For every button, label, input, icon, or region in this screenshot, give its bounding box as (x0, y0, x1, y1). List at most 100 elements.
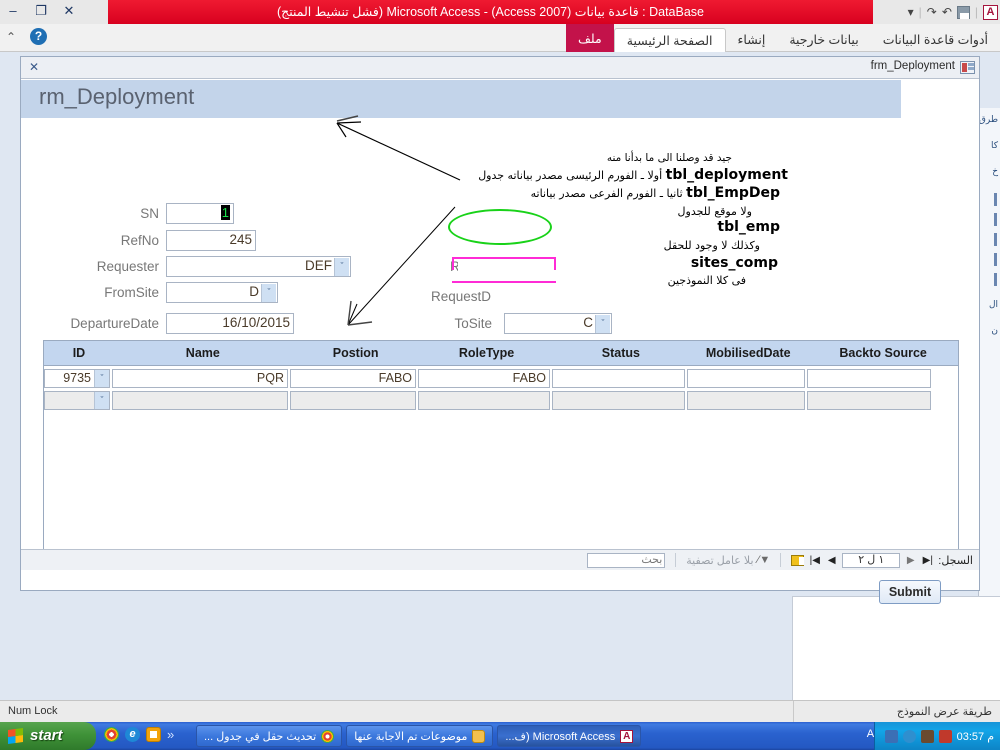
network-icon[interactable] (884, 729, 898, 743)
annotation-line-4: ولا موقع للجدول (677, 204, 752, 218)
last-record-button[interactable]: |▶ (921, 555, 934, 566)
nav-pane-object-bar-4 (994, 273, 997, 286)
tosite-combo[interactable]: C ˇ (504, 313, 612, 334)
chevron-down-icon[interactable]: ˇ (595, 315, 610, 333)
column-header-mobiliseddate[interactable]: MobilisedDate (688, 346, 808, 360)
annotation-line-8: فى كلا النموذجين (667, 273, 746, 287)
start-button-label: start (30, 727, 63, 744)
cell-id-new[interactable]: ˇ (44, 391, 110, 410)
fromsite-combo[interactable]: D ˇ (166, 282, 278, 303)
column-header-postion[interactable]: Postion (292, 346, 420, 360)
nav-pane-item-4[interactable]: ن (979, 319, 1000, 345)
customize-qat-icon[interactable]: ▾ (908, 5, 914, 19)
departuredate-field[interactable]: 16/10/2015 (166, 313, 294, 334)
next-record-button[interactable]: ▶ (904, 555, 917, 566)
chevron-down-icon[interactable]: ˇ (334, 258, 349, 276)
antivirus-icon[interactable] (938, 729, 952, 743)
document-tab-label[interactable]: frm_Deployment (871, 60, 955, 72)
chevron-down-icon[interactable]: ˇ (94, 370, 109, 387)
security-icon[interactable] (920, 729, 934, 743)
taskbar-item-folder[interactable]: موضوعات تم الاجابة عنها (346, 725, 494, 747)
column-header-roletype[interactable]: RoleType (420, 346, 554, 360)
redo-icon[interactable]: ↷ (927, 5, 937, 19)
cell-name[interactable]: PQR (112, 369, 288, 388)
tab-create[interactable]: إنشاء (726, 28, 778, 52)
cell-name-new[interactable] (112, 391, 288, 410)
tab-database-tools[interactable]: أدوات قاعدة البيانات (871, 28, 1000, 52)
taskbar-item-access[interactable]: A Microsoft Access (ف... (497, 725, 642, 747)
cell-status-new[interactable] (552, 391, 685, 410)
prev-record-button[interactable]: ◀ (825, 555, 838, 566)
taskbar-item-chrome[interactable]: تحديث حقل في جدول ... (196, 725, 343, 747)
close-document-icon[interactable]: ✕ (29, 60, 39, 74)
cell-mobiliseddate[interactable] (687, 369, 805, 388)
form-icon (960, 61, 975, 74)
tab-file[interactable]: ملف (565, 24, 614, 52)
tosite-value: C (583, 315, 593, 330)
work-area: طرق كا خ ال ن ✕ frm_Deployment rm_Deploy… (0, 52, 1000, 700)
cell-backtosource-new[interactable] (807, 391, 931, 410)
system-tray: 03:57 م (873, 722, 1000, 750)
tab-external-data[interactable]: بيانات خارجية (777, 28, 870, 52)
qat-divider: | (918, 5, 922, 19)
chrome-icon (321, 729, 335, 743)
ie-icon[interactable]: e (125, 727, 140, 742)
cell-mobiliseddate-new[interactable] (687, 391, 805, 410)
taskbar-item-chrome-label: تحديث حقل في جدول ... (204, 730, 317, 743)
save-icon[interactable] (956, 5, 970, 19)
orange-app-icon[interactable] (146, 727, 161, 742)
sn-field[interactable]: 1 (166, 203, 234, 224)
table-row[interactable]: ˇ (44, 388, 958, 410)
start-button[interactable]: start (0, 722, 96, 750)
quick-launch-bar: e » (104, 727, 174, 742)
cell-postion[interactable]: FABO (290, 369, 416, 388)
cell-roletype-new[interactable] (418, 391, 550, 410)
minimize-icon[interactable]: – (4, 2, 22, 20)
requester-combo[interactable]: DEF ˇ (166, 256, 351, 277)
annotation-line-3: tbl_EmpDep ثانيا ـ الفورم الفرعى مصدر بي… (458, 185, 788, 202)
new-record-icon[interactable] (791, 554, 805, 566)
clock[interactable]: 03:57 م (957, 730, 994, 743)
table-row[interactable]: 9735 ˇ PQR FABO FABO (44, 366, 958, 388)
filter-icon[interactable]: ▼∕ (758, 554, 771, 566)
annotation-line-3-text: ثانيا ـ الفورم الفرعى مصدر بياناته (530, 186, 683, 200)
window-title: DataBase : قاعدة بيانات (Access 2007) - … (276, 5, 705, 19)
cell-backtosource[interactable] (807, 369, 931, 388)
ribbon-left-controls: ? ⌃ (6, 28, 48, 45)
record-nav-controls: السجل: |▶ ▶ ١ ل ٢ ◀ ◀| ▼∕ بلا عامل تصفية (587, 552, 973, 568)
tab-home[interactable]: الصفحة الرئيسية (613, 28, 726, 53)
refno-field[interactable]: 245 (166, 230, 256, 251)
collapse-ribbon-icon[interactable]: ⌃ (6, 30, 16, 44)
folder-icon (472, 729, 486, 743)
cell-status[interactable] (552, 369, 685, 388)
column-header-status[interactable]: Status (553, 346, 688, 360)
column-header-backtosource[interactable]: Backto Source (808, 346, 958, 360)
nav-pane-item-2[interactable]: خ (979, 160, 1000, 186)
nav-pane-item-1[interactable]: كا (979, 134, 1000, 160)
submit-button[interactable]: Submit (879, 580, 941, 604)
close-icon[interactable]: ✕ (60, 2, 78, 20)
cell-id[interactable]: 9735 ˇ (44, 369, 110, 388)
annotation-line-1: جيد قد وصلنا الى ما بدأنا منه (606, 152, 732, 164)
cell-postion-new[interactable] (290, 391, 416, 410)
cell-roletype[interactable]: FABO (418, 369, 550, 388)
record-position-box[interactable]: ١ ل ٢ (842, 552, 901, 568)
nav-pane-item-0[interactable]: طرق (979, 108, 1000, 134)
first-record-button[interactable]: ◀| (808, 555, 821, 566)
sn-value: 1 (220, 205, 230, 220)
nav-pane-item-3[interactable]: ال (979, 293, 1000, 319)
column-header-id[interactable]: ID (44, 346, 114, 360)
column-header-name[interactable]: Name (114, 346, 292, 360)
chevron-down-icon[interactable]: ˇ (261, 284, 276, 302)
help-icon[interactable]: ? (30, 28, 48, 45)
sound-icon[interactable] (902, 729, 916, 743)
chrome-icon[interactable] (104, 727, 119, 742)
qat-divider-2: | (974, 5, 978, 19)
access-logo-icon[interactable]: A (983, 4, 998, 20)
navigation-pane[interactable]: طرق كا خ ال ن (978, 108, 1000, 638)
quick-launch-overflow-icon[interactable]: » (167, 727, 174, 742)
search-input[interactable] (587, 552, 666, 568)
undo-icon[interactable]: ↶ (942, 5, 952, 19)
restore-icon[interactable]: ❐ (32, 2, 50, 20)
chevron-down-icon[interactable]: ˇ (94, 392, 109, 409)
